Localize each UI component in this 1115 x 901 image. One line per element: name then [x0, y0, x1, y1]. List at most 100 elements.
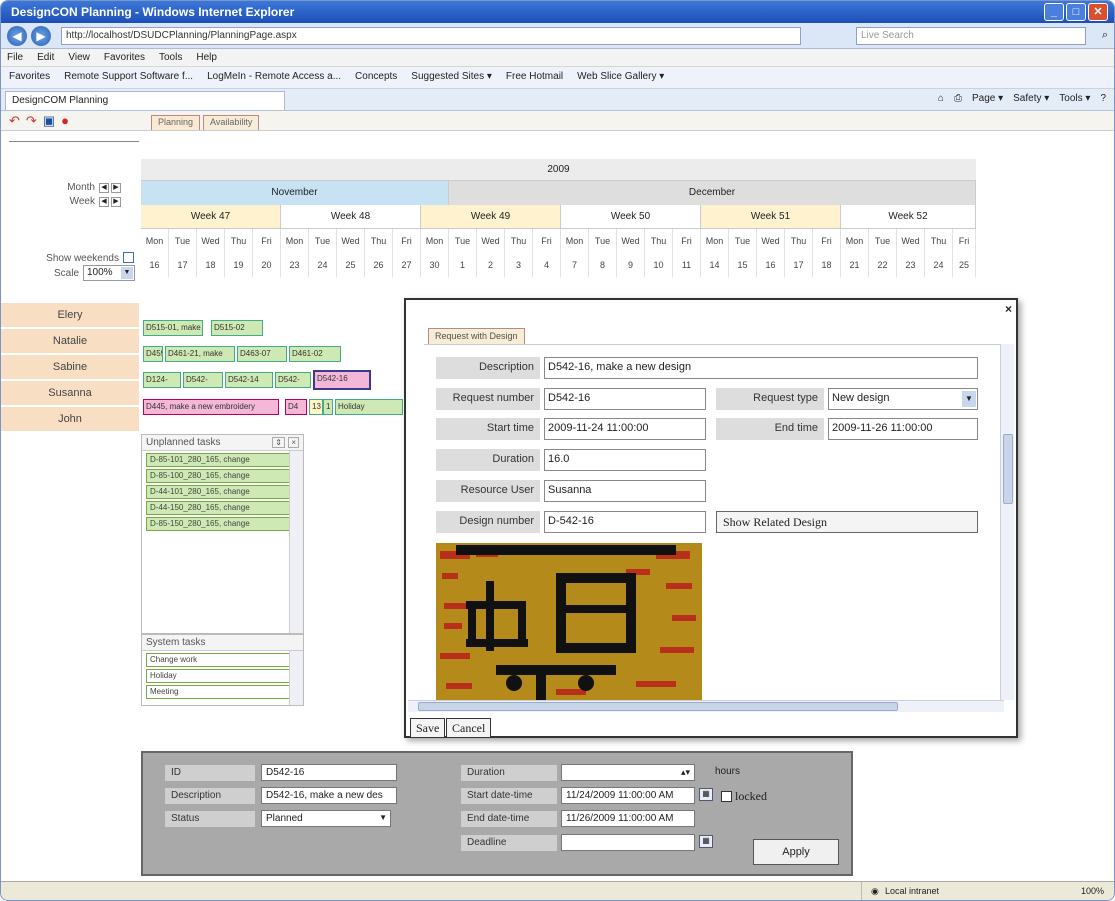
- list-item[interactable]: D-44-150_280_165, change: [146, 501, 299, 515]
- browser-tab[interactable]: DesignCOM Planning: [5, 91, 285, 110]
- fav-remote-support[interactable]: Remote Support Software f...: [64, 71, 193, 84]
- start-datetime-field[interactable]: 11/24/2009 11:00:00 AM: [561, 787, 695, 804]
- description-field[interactable]: D542-16, make a new design: [544, 357, 978, 379]
- task-bar[interactable]: Holiday: [335, 399, 403, 415]
- task-bar-selected[interactable]: D542-16: [313, 370, 371, 390]
- duration-field[interactable]: 16.0: [544, 449, 706, 471]
- fav-web-slice-gallery[interactable]: Web Slice Gallery ▾: [577, 71, 664, 84]
- close-window-button[interactable]: ✕: [1088, 3, 1108, 21]
- dialog-scrollbar-horizontal[interactable]: [408, 700, 1004, 712]
- scrollbar[interactable]: [289, 651, 303, 705]
- save-icon[interactable]: ▣: [43, 113, 55, 129]
- list-item[interactable]: Change work: [146, 653, 299, 667]
- help-icon[interactable]: ?: [1100, 93, 1106, 104]
- end-time-field[interactable]: 2009-11-26 11:00:00: [828, 418, 978, 440]
- minimize-button[interactable]: _: [1044, 3, 1064, 21]
- task-bar[interactable]: D463-07: [237, 346, 287, 362]
- end-datetime-field[interactable]: 11/26/2009 11:00:00 AM: [561, 810, 695, 827]
- tab-request-with-design[interactable]: Request with Design: [428, 328, 525, 344]
- save-button[interactable]: Save: [410, 718, 446, 738]
- cancel-button[interactable]: Cancel: [446, 718, 492, 738]
- scroll-thumb[interactable]: [1003, 434, 1013, 504]
- month-prev-button[interactable]: ◀: [99, 183, 109, 193]
- task-bar[interactable]: D542-14: [225, 372, 273, 388]
- task-bar[interactable]: D542-: [183, 372, 223, 388]
- back-icon[interactable]: ◀: [7, 26, 27, 46]
- list-item[interactable]: Holiday: [146, 669, 299, 683]
- search-input[interactable]: Live Search: [856, 27, 1086, 45]
- forward-icon[interactable]: ▶: [31, 26, 51, 46]
- week-next-button[interactable]: ▶: [111, 197, 121, 207]
- calendar-icon[interactable]: ▦: [699, 788, 713, 801]
- menu-favorites[interactable]: Favorites: [104, 52, 145, 63]
- duration-field[interactable]: ▴▾: [561, 764, 695, 781]
- favorites-button[interactable]: Favorites: [9, 71, 50, 84]
- status-select[interactable]: Planned ▼: [261, 810, 391, 827]
- menu-help[interactable]: Help: [196, 52, 217, 63]
- system-tasks-panel: System tasks Change work Holiday Meeting: [141, 634, 304, 706]
- show-weekends-checkbox[interactable]: [123, 252, 134, 263]
- zoom-level[interactable]: 100%: [1081, 886, 1104, 896]
- undo-icon[interactable]: ↶: [9, 113, 20, 129]
- description-field[interactable]: D542-16, make a new des: [261, 787, 397, 804]
- id-field[interactable]: D542-16: [261, 764, 397, 781]
- task-bar[interactable]: D515-02: [211, 320, 263, 336]
- menu-view[interactable]: View: [68, 52, 90, 63]
- redo-icon[interactable]: ↷: [26, 113, 37, 129]
- task-bar[interactable]: D461-21, make: [165, 346, 235, 362]
- tools-menu[interactable]: Tools ▾: [1059, 93, 1090, 104]
- task-bar[interactable]: D124-: [143, 372, 181, 388]
- design-number-label: Design number: [436, 511, 540, 533]
- maximize-button[interactable]: □: [1066, 3, 1086, 21]
- close-icon[interactable]: ×: [1005, 302, 1012, 316]
- tab-planning[interactable]: Planning: [151, 115, 201, 130]
- close-icon[interactable]: ×: [288, 437, 299, 448]
- show-related-design-button[interactable]: Show Related Design: [716, 511, 978, 533]
- scroll-thumb[interactable]: [418, 702, 898, 711]
- task-bar[interactable]: D4: [285, 399, 307, 415]
- url-input[interactable]: http://localhost/DSUDCPlanning/PlanningP…: [61, 27, 801, 45]
- fav-logmein[interactable]: LogMeIn - Remote Access a...: [207, 71, 341, 84]
- fav-suggested-sites[interactable]: Suggested Sites ▾: [411, 71, 492, 84]
- spin-icon[interactable]: ▴▾: [681, 767, 690, 778]
- home-icon[interactable]: ⌂: [938, 93, 944, 104]
- stop-icon[interactable]: ●: [61, 113, 69, 129]
- request-number-field[interactable]: D542-16: [544, 388, 706, 410]
- scale-select[interactable]: 100% ▼: [83, 265, 135, 281]
- deadline-field[interactable]: [561, 834, 695, 851]
- task-bar[interactable]: 1: [323, 399, 333, 415]
- task-bar[interactable]: D515-01, make: [143, 320, 203, 336]
- task-bar[interactable]: D542-: [275, 372, 311, 388]
- page-menu[interactable]: Page ▾: [972, 93, 1003, 104]
- resource-user-field[interactable]: Susanna: [544, 480, 706, 502]
- request-type-select[interactable]: New design ▼: [828, 388, 978, 410]
- list-item[interactable]: D-85-150_280_165, change: [146, 517, 299, 531]
- week-prev-button[interactable]: ◀: [99, 197, 109, 207]
- list-item[interactable]: D-44-101_280_165, change: [146, 485, 299, 499]
- month-next-button[interactable]: ▶: [111, 183, 121, 193]
- scrollbar[interactable]: [289, 451, 303, 633]
- list-item[interactable]: D-85-101_280_165, change: [146, 453, 299, 467]
- start-time-field[interactable]: 2009-11-24 11:00:00: [544, 418, 706, 440]
- print-icon[interactable]: ⎙: [954, 93, 962, 104]
- fav-free-hotmail[interactable]: Free Hotmail: [506, 71, 563, 84]
- apply-button[interactable]: Apply: [753, 839, 839, 865]
- design-number-field[interactable]: D-542-16: [544, 511, 706, 533]
- calendar-icon[interactable]: ▦: [699, 835, 713, 848]
- list-item[interactable]: D-85-100_280_165, change: [146, 469, 299, 483]
- tab-availability[interactable]: Availability: [203, 115, 260, 130]
- list-item[interactable]: Meeting: [146, 685, 299, 699]
- task-bar[interactable]: 13: [309, 399, 323, 415]
- dialog-scrollbar-vertical[interactable]: [1000, 344, 1014, 700]
- locked-checkbox[interactable]: [721, 791, 732, 802]
- menu-file[interactable]: File: [7, 52, 23, 63]
- safety-menu[interactable]: Safety ▾: [1013, 93, 1049, 104]
- menu-edit[interactable]: Edit: [37, 52, 54, 63]
- menu-tools[interactable]: Tools: [159, 52, 182, 63]
- task-bar[interactable]: D445, make a new embroidery: [143, 399, 279, 415]
- collapse-icon[interactable]: ⇕: [272, 437, 285, 448]
- task-bar[interactable]: D459: [143, 346, 163, 362]
- fav-concepts[interactable]: Concepts: [355, 71, 397, 84]
- search-icon[interactable]: ⌕: [1102, 29, 1108, 42]
- task-bar[interactable]: D461-02: [289, 346, 341, 362]
